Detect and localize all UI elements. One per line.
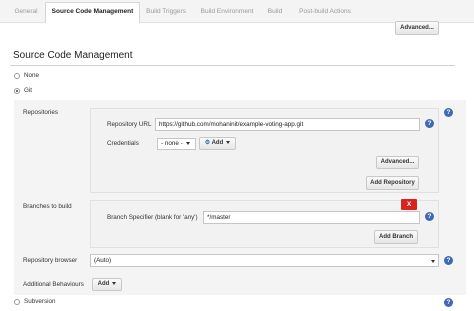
add-behaviour-button[interactable]: Add [92, 278, 122, 291]
repository-browser-value: (Auto) [94, 257, 112, 264]
subversion-help-icon[interactable]: ? [444, 298, 453, 307]
scm-none-label: None [24, 72, 40, 79]
tab-post-build-actions[interactable]: Post-build Actions [292, 3, 358, 21]
tab-build-triggers[interactable]: Build Triggers [140, 3, 192, 21]
repository-browser-select[interactable]: (Auto) [90, 254, 439, 267]
tab-bar: General Source Code Management Build Tri… [0, 0, 474, 23]
scm-subversion-radio[interactable] [14, 299, 20, 305]
add-branch-button[interactable]: Add Branch [374, 230, 418, 244]
repository-url-label: Repository URL [107, 121, 152, 128]
scm-none-radio[interactable] [14, 73, 20, 79]
credentials-select[interactable]: - none - [157, 138, 196, 150]
tab-source-code-management[interactable]: Source Code Management [45, 2, 140, 23]
section-title: Source Code Management [13, 50, 133, 61]
credentials-value: - none - [161, 140, 183, 147]
chevron-down-icon [185, 141, 190, 145]
repository-url-input[interactable]: https://github.com/mohaninit/example-vot… [155, 118, 420, 131]
repository-url-help-icon[interactable]: ? [425, 119, 434, 128]
scm-git-label: Git [24, 87, 33, 94]
repositories-label: Repositories [23, 109, 58, 116]
repository-browser-help-icon[interactable]: ? [444, 256, 453, 265]
scm-subversion-label: Subversion [24, 298, 56, 305]
add-behaviour-label: Add [97, 281, 110, 287]
tab-build[interactable]: Build [262, 3, 288, 21]
credentials-label: Credentials [107, 140, 139, 147]
additional-behaviours-label: Additional Behaviours [23, 281, 84, 288]
branches-label: Branches to build [23, 203, 72, 210]
branch-specifier-input[interactable]: */master [203, 211, 420, 224]
add-repository-button[interactable]: Add Repository [366, 176, 419, 190]
delete-branch-button[interactable]: X [401, 199, 417, 210]
chevron-down-icon [226, 140, 231, 144]
repository-browser-label: Repository browser [23, 257, 78, 264]
tab-general[interactable]: General [8, 3, 44, 21]
repositories-help-icon[interactable]: ? [444, 108, 453, 117]
scm-git-radio[interactable] [14, 88, 20, 94]
branch-specifier-help-icon[interactable]: ? [425, 212, 434, 221]
branch-specifier-label: Branch Specifier (blank for 'any') [107, 214, 198, 221]
add-credentials-button[interactable]: ⚙ Add [199, 137, 236, 150]
key-icon: ⚙ [204, 140, 211, 146]
section-divider [10, 65, 455, 66]
chevron-down-icon [112, 281, 117, 285]
tab-build-environment[interactable]: Build Environment [196, 3, 258, 21]
chevron-down-icon [431, 260, 435, 263]
advanced-button-top[interactable]: Advanced... [395, 21, 439, 35]
repository-advanced-button[interactable]: Advanced... [376, 156, 419, 169]
add-credentials-label: Add [211, 140, 224, 146]
